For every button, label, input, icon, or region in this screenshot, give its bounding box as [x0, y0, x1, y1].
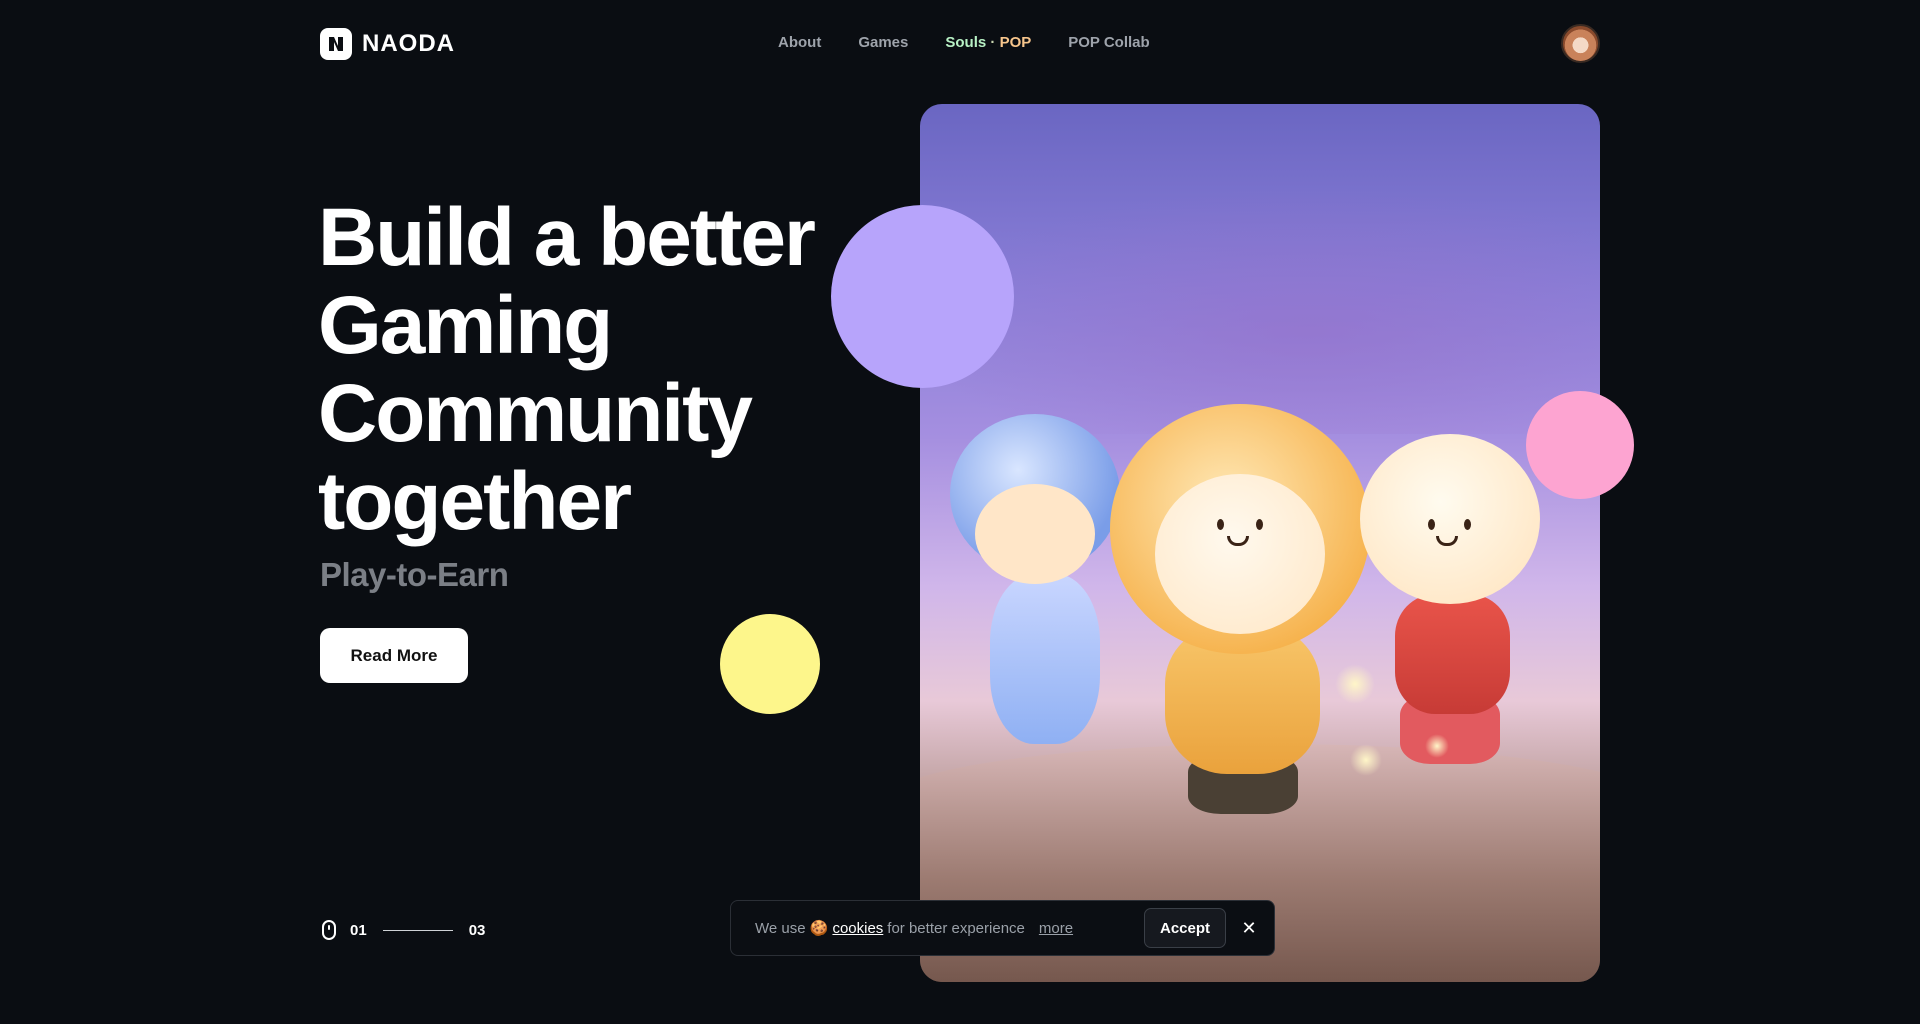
nav-souls-label: Souls: [945, 34, 987, 51]
eye-icon: [1464, 519, 1471, 530]
slide-progress-line: [382, 929, 453, 931]
hero-subtitle: Play-to-Earn: [320, 556, 509, 593]
avatar[interactable]: [1561, 24, 1600, 63]
cookie-text-suffix: for better experience: [887, 919, 1025, 937]
accept-cookies-button[interactable]: Accept: [1144, 908, 1226, 948]
main-nav: About Games Souls · POP POP Collab: [778, 34, 1150, 51]
nav-pop-label: POP: [999, 34, 1032, 51]
nav-item-souls-pop[interactable]: Souls · POP: [945, 34, 1031, 51]
hero-title-line: Gaming: [318, 280, 613, 371]
hero-title-line: Community: [318, 368, 753, 459]
sparkle-icon: [1425, 734, 1449, 758]
eye-icon: [1428, 519, 1435, 530]
hero-title-line: Build a better: [318, 192, 816, 283]
yellow-character-face: [1155, 474, 1325, 634]
star-character-head: [1360, 434, 1540, 604]
read-more-button[interactable]: Read More: [320, 628, 468, 683]
eye-icon: [1217, 519, 1224, 530]
nav-item-about[interactable]: About: [778, 34, 821, 51]
logo[interactable]: NAODA: [320, 28, 455, 60]
cookie-banner: We use 🍪 cookies for better experience m…: [730, 900, 1275, 956]
blue-character-face: [975, 484, 1095, 584]
blue-character-body: [990, 574, 1100, 744]
cookie-text-prefix: We use 🍪: [755, 920, 829, 937]
cookies-link[interactable]: cookies: [832, 920, 883, 937]
slide-indicator: 01 03: [322, 920, 485, 940]
nav-item-pop-collab[interactable]: POP Collab: [1068, 34, 1149, 51]
decorative-circle-yellow: [720, 614, 820, 714]
hero-title: Build a better Gaming Community together: [318, 194, 838, 546]
logo-text: NAODA: [362, 30, 455, 57]
eye-icon: [1256, 519, 1263, 530]
slide-current: 01: [350, 921, 367, 939]
hero-title-line: together: [318, 456, 632, 547]
decorative-circle-purple: [831, 205, 1014, 388]
decorative-circle-pink: [1526, 391, 1634, 499]
nav-separator: ·: [986, 34, 1000, 51]
page: NAODA About Games Souls · POP POP Collab…: [0, 0, 1920, 1024]
nav-item-games[interactable]: Games: [858, 34, 908, 51]
sparkle-icon: [1335, 664, 1375, 704]
cookie-more-link[interactable]: more: [1039, 920, 1073, 937]
hero-image: [920, 104, 1600, 982]
star-character-body: [1395, 594, 1510, 714]
logo-mark-icon: [320, 28, 352, 60]
close-icon[interactable]: ✕: [1234, 913, 1264, 943]
sky-cloud: [920, 174, 1600, 434]
slide-total: 03: [468, 921, 486, 939]
mouse-scroll-icon: [322, 920, 336, 940]
sparkle-icon: [1350, 744, 1382, 776]
